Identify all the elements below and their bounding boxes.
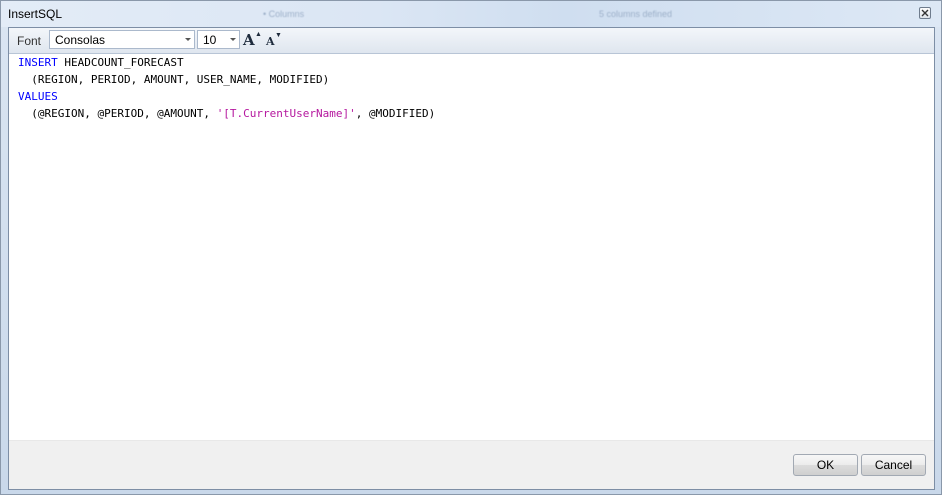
code-line: (REGION, PERIOD, AMOUNT, USER_NAME, MODI… [18,71,329,88]
font-size-value: 10 [203,33,217,47]
chevron-down-icon [230,38,236,41]
cancel-button[interactable]: Cancel [861,454,926,476]
font-family-select[interactable]: Consolas [49,30,195,49]
string-token: '[T.CurrentUserName]' [216,107,356,120]
title-bar[interactable]: InsertSQL • Columns 5 columns defined [1,1,941,27]
code-text: (@REGION, @PERIOD, @AMOUNT, [18,107,217,120]
caret-down-icon: ▼ [275,32,282,39]
font-family-value: Consolas [55,33,106,47]
window-title: InsertSQL [8,7,63,21]
shrink-font-button[interactable]: A ▼ [263,30,285,50]
code-line: (@REGION, @PERIOD, @AMOUNT, '[T.CurrentU… [18,105,435,122]
code-text: , @MODIFIED) [355,107,436,120]
font-toolbar: Font Consolas 10 A ▲ A ▼ [9,28,934,54]
sql-editor[interactable]: INSERT HEADCOUNT_FORECAST (REGION, PERIO… [9,54,934,441]
close-button[interactable] [919,7,931,19]
close-icon [921,9,929,17]
code-line: INSERT HEADCOUNT_FORECAST [18,54,184,71]
grow-font-button[interactable]: A ▲ [241,30,263,50]
code-text: (REGION, PERIOD, AMOUNT, USER_NAME, MODI… [18,73,330,86]
dialog-client-area: Font Consolas 10 A ▲ A ▼ INSERT HEADCOUN… [8,27,935,490]
code-text: HEADCOUNT_FORECAST [57,56,184,69]
insert-sql-dialog: InsertSQL • Columns 5 columns defined Fo… [0,0,942,495]
font-label: Font [17,34,42,48]
chevron-down-icon [185,38,191,41]
code-line: VALUES [18,88,58,105]
background-hint-defined: 5 columns defined [599,9,673,19]
background-hint-columns: • Columns [263,9,305,19]
keyword-token: VALUES [18,90,58,103]
ok-button[interactable]: OK [793,454,858,476]
caret-up-icon: ▲ [255,31,262,38]
shrink-font-icon: A [266,35,275,48]
grow-font-icon: A [243,31,255,49]
font-size-select[interactable]: 10 [197,30,240,49]
keyword-token: INSERT [18,56,58,69]
